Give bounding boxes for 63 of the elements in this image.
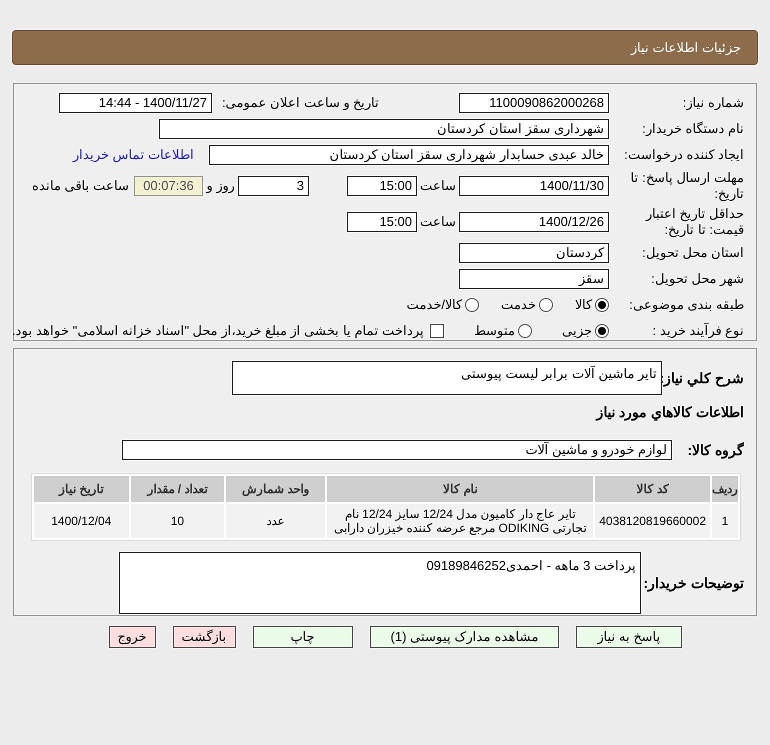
field-label: ساعت — [419, 213, 457, 232]
column-header: نام کالا — [327, 476, 594, 502]
action-button[interactable]: پاسخ به نیاز — [576, 626, 682, 648]
creator-field: خالد عبدی حسابدار شهرداری سقز استان کردستان — [209, 145, 609, 165]
table-cell: 1400/12/04 — [34, 504, 129, 538]
column-header: تاریخ نیاز — [34, 476, 129, 502]
buyer-contact-link[interactable]: اطلاعات تماس خریدار — [72, 145, 194, 165]
field-label: حداقل تاریخ اعتبار قیمت: تا تاریخ: — [644, 206, 744, 238]
field-label: طبقه بندی موضوعی: — [628, 296, 744, 314]
field-label: تاریخ و ساعت اعلان عمومی: — [220, 94, 379, 112]
validity-time-field: 15:00 — [347, 212, 417, 232]
deadline-date-field: 1400/11/30 — [459, 176, 609, 196]
action-button[interactable]: بازگشت — [172, 626, 236, 648]
section-title: اطلاعات كالاهاي مورد نياز — [596, 402, 744, 422]
radio-label: کالا/خدمت — [406, 296, 462, 314]
buyer-org-field: شهرداری سقز استان کردستان — [159, 119, 609, 139]
field-label: نوع فرآیند خرید : — [652, 322, 744, 340]
remaining-time-field: 00:07:36 — [134, 176, 203, 196]
radio-button[interactable] — [595, 298, 609, 312]
action-button[interactable]: خروج — [108, 626, 156, 648]
radio-label: خدمت — [501, 296, 536, 314]
goods-group-field: لوازم خودرو و ماشین آلات — [122, 440, 672, 460]
field-label: شماره نیاز: — [682, 94, 744, 112]
need-number-field: 1100090862000268 — [459, 93, 609, 113]
province-field: کردستان — [459, 243, 609, 263]
radio-button[interactable] — [518, 324, 532, 338]
column-header: واحد شمارش — [226, 476, 326, 502]
checkbox[interactable] — [430, 324, 444, 338]
radio-button[interactable] — [539, 298, 553, 312]
radio-label: جزیی — [562, 322, 592, 340]
column-header: ردیف — [712, 476, 738, 502]
column-header: تعداد / مقدار — [130, 476, 224, 502]
column-header: کد کالا — [595, 476, 710, 502]
action-button[interactable]: مشاهده مدارک پیوستی (1) — [370, 626, 560, 648]
page-title: جزئیات اطلاعات نیاز — [630, 38, 741, 58]
summary-field: تایر ماشین آلات برابر لیست پیوستی — [232, 361, 662, 395]
field-label: ایجاد کننده درخواست: — [623, 146, 744, 164]
action-button[interactable]: چاپ — [252, 626, 353, 648]
radio-button[interactable] — [465, 298, 479, 312]
city-field: سقز — [459, 269, 609, 289]
checkbox-label: پرداخت تمام یا بخشی از مبلغ خرید،از محل "اسناد خزانه اسلامی" خواهد بود. — [12, 322, 424, 340]
validity-date-field: 1400/12/26 — [459, 212, 609, 232]
days-field: 3 — [238, 176, 309, 196]
field-label: نام دستگاه خریدار: — [641, 120, 744, 138]
field-label: مهلت ارسال پاسخ: تا تاریخ: — [630, 170, 744, 202]
table-cell: 1 — [712, 504, 738, 538]
buyer-notes-field: پرداخت 3 ماهه - احمدی09189846252 — [119, 552, 641, 614]
announce-date-field: 1400/11/27 - 14:44 — [59, 93, 212, 113]
field-label: شهر محل تحویل: — [650, 270, 744, 288]
field-label: گروه کالا: — [686, 440, 744, 460]
field-label: ساعت باقی مانده — [32, 177, 129, 196]
radio-button[interactable] — [595, 324, 609, 338]
field-label: ساعت — [419, 177, 457, 196]
field-label: روز و — [205, 177, 236, 196]
field-label: توضیحات خریدار: — [642, 574, 744, 594]
table-cell: 4038120819660002 — [595, 504, 710, 538]
field-label: استان محل تحویل: — [641, 244, 744, 262]
table-cell: عدد — [226, 504, 326, 538]
radio-label: متوسط — [474, 322, 515, 340]
radio-label: کالا — [575, 296, 592, 314]
deadline-time-field: 15:00 — [347, 176, 417, 196]
table-cell: 10 — [130, 504, 224, 538]
table-cell: تایر عاج دار کامیون مدل 12/24 سایز 12/24 نام تجارتی ODIKING مرجع عرضه کننده خیزران دارابی — [327, 504, 594, 538]
